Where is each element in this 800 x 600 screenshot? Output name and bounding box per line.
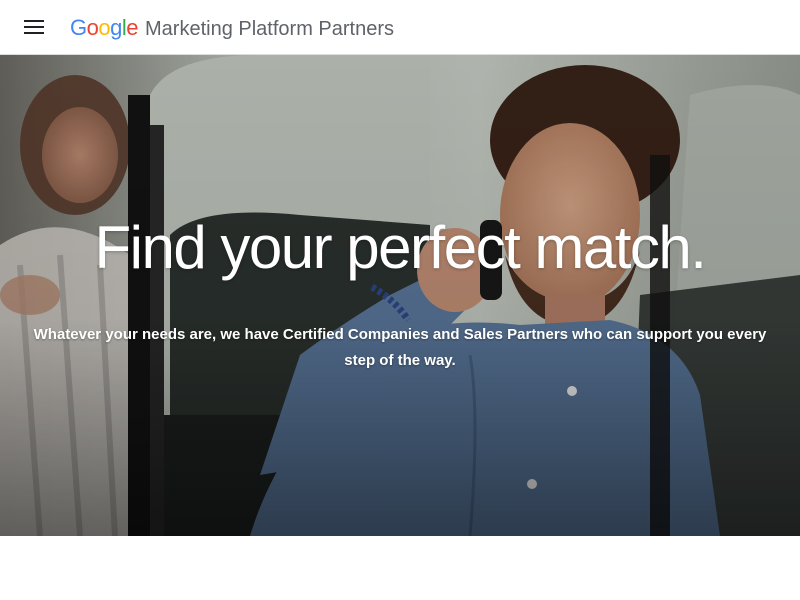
hero-banner: Find your perfect match. Whatever your n…: [0, 55, 800, 536]
product-name: Marketing Platform Partners: [145, 18, 394, 40]
google-logo: G o o g l e: [70, 15, 139, 41]
hero-title: Find your perfect match.: [94, 214, 707, 281]
top-app-bar: G o o g l e Marketing Platform Partners: [0, 0, 800, 55]
logo-letter: g: [110, 15, 122, 40]
hamburger-menu-icon: [24, 20, 44, 34]
logo-letter: G: [70, 15, 87, 40]
hero-photo: [0, 55, 800, 536]
page-content-area: [0, 536, 800, 600]
logo-letter: o: [86, 15, 99, 40]
hero-subtitle: Whatever your needs are, we have Certifi…: [33, 326, 767, 369]
logo-letter: e: [126, 15, 139, 40]
brand-home-link[interactable]: G o o g l e Marketing Platform Partners: [70, 15, 394, 41]
logo-letter: o: [98, 15, 111, 40]
main-menu-button[interactable]: [10, 3, 58, 51]
